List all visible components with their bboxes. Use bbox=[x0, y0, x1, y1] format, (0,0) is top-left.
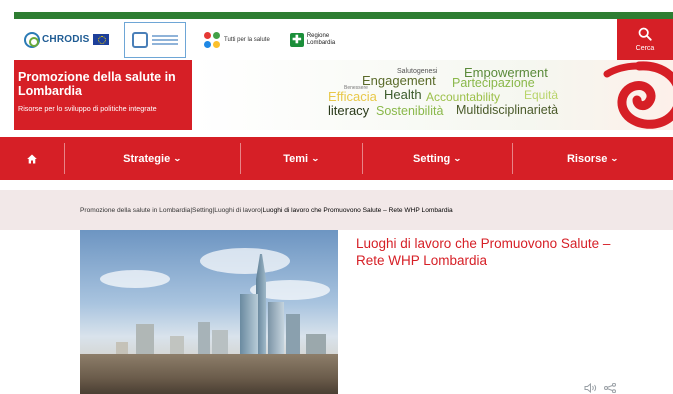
partner-logos-bar: CHRODIS Tutti per la salute ✚ Regione Lo… bbox=[14, 19, 617, 60]
nav-home[interactable] bbox=[0, 137, 64, 180]
tutti-logo-text: Tutti per la salute bbox=[224, 36, 270, 43]
partner-mark-icon bbox=[132, 31, 148, 48]
chevron-down-icon: ⌄ bbox=[453, 154, 462, 163]
nav-label: Temi bbox=[283, 152, 309, 165]
partner-text-lines bbox=[152, 34, 178, 45]
regione-cross-icon: ✚ bbox=[289, 32, 304, 47]
banner-word: Accountability bbox=[426, 90, 501, 104]
nav-strategie[interactable]: Strategie ⌄ bbox=[64, 137, 240, 180]
home-icon bbox=[27, 154, 37, 163]
search-button[interactable]: Cerca bbox=[617, 19, 673, 60]
article-title: Luoghi di lavoro che Promuovono Salute –… bbox=[356, 236, 611, 268]
keyword-banner: Salutogenesi Engagement Empowerment Part… bbox=[192, 60, 673, 130]
swirl-logo-icon bbox=[603, 61, 673, 129]
banner-word: Partecipazione bbox=[452, 76, 535, 90]
chevron-down-icon: ⌄ bbox=[173, 154, 182, 163]
breadcrumb-link-setting[interactable]: Setting bbox=[192, 207, 213, 214]
speaker-icon[interactable] bbox=[584, 383, 598, 393]
site-title-panel[interactable]: Promozione della salute in Lombardia Ris… bbox=[14, 60, 192, 130]
chrodis-logo[interactable]: CHRODIS bbox=[24, 25, 114, 55]
banner-word: literacy bbox=[328, 103, 370, 118]
chevron-down-icon: ⌄ bbox=[311, 154, 320, 163]
banner-word: Equità bbox=[524, 88, 559, 102]
chevron-down-icon: ⌄ bbox=[610, 154, 620, 163]
chrodis-ring-icon bbox=[24, 31, 40, 48]
article-hero-image bbox=[80, 230, 338, 394]
banner-word: Sostenibilità bbox=[376, 104, 444, 118]
top-green-stripe bbox=[14, 12, 673, 19]
nav-label: Strategie bbox=[123, 152, 171, 165]
regione-lombardia-logo[interactable]: ✚ Regione Lombardia bbox=[289, 32, 335, 47]
search-label: Cerca bbox=[635, 45, 655, 52]
main-navigation: Strategie ⌄ Temi ⌄ Setting ⌄ Risorse ⌄ bbox=[0, 137, 673, 180]
breadcrumb-current: Luoghi di lavoro che Promuovono Salute –… bbox=[262, 206, 453, 214]
nav-label: Risorse bbox=[566, 152, 608, 165]
search-icon bbox=[638, 27, 652, 41]
nav-setting[interactable]: Setting ⌄ bbox=[362, 137, 512, 180]
banner-word: Efficacia bbox=[328, 89, 377, 104]
partner-logo-box[interactable] bbox=[124, 21, 186, 58]
breadcrumb-link-luoghi[interactable]: Luoghi di lavoro bbox=[214, 207, 261, 214]
tutti-per-la-salute-logo[interactable]: Tutti per la salute bbox=[204, 31, 270, 48]
tutti-colors-icon bbox=[204, 31, 220, 48]
eu-flag-icon bbox=[92, 34, 109, 45]
site-title: Promozione della salute in Lombardia bbox=[18, 70, 176, 98]
banner-word: Multidisciplinarietà bbox=[456, 103, 559, 117]
nav-label: Setting bbox=[413, 152, 451, 165]
banner-word: Engagement bbox=[362, 73, 436, 88]
regione-line1: Regione bbox=[306, 32, 330, 39]
page-tools bbox=[584, 383, 616, 393]
banner-word: Health bbox=[384, 87, 422, 102]
breadcrumb: Promozione della salute in Lombardia | S… bbox=[0, 190, 673, 230]
share-icon[interactable] bbox=[604, 383, 616, 393]
regione-logo-text: Regione Lombardia bbox=[307, 33, 335, 47]
breadcrumb-link-home[interactable]: Promozione della salute in Lombardia bbox=[80, 207, 190, 214]
regione-line2: Lombardia bbox=[306, 39, 336, 46]
nav-temi[interactable]: Temi ⌄ bbox=[240, 137, 362, 180]
chrodis-logo-text: CHRODIS bbox=[42, 34, 90, 45]
nav-risorse[interactable]: Risorse ⌄ bbox=[512, 137, 673, 180]
site-subtitle: Risorse per lo sviluppo di politiche int… bbox=[18, 104, 157, 113]
